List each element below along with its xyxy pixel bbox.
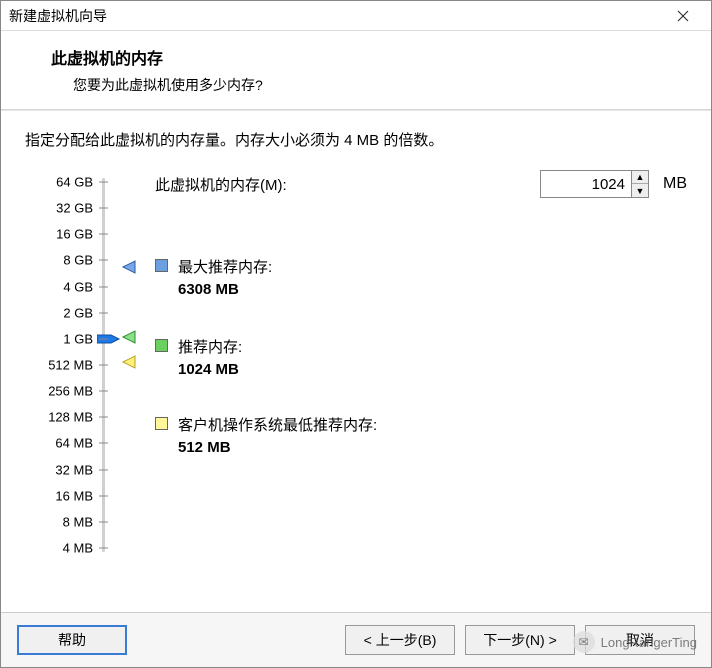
min-recommended-value: 512 MB [178,439,377,456]
memory-field-label: 此虚拟机的内存(M): [155,174,287,195]
scale-label: 64 GB [56,175,93,190]
scale-label: 32 GB [56,201,93,216]
square-blue-icon [155,259,168,272]
scale-label: 8 GB [63,253,93,268]
memory-unit: MB [663,175,687,193]
scale-label: 4 GB [63,279,93,294]
scale-tick [99,443,108,444]
scale-tick [99,548,108,549]
min-recommended-label: 客户机操作系统最低推荐内存: [178,414,377,435]
scale-tick [99,391,108,392]
scale-label: 1 GB [63,331,93,346]
scale-label: 128 MB [48,410,93,425]
scale-label: 2 GB [63,305,93,320]
max-recommended-value: 6308 MB [178,281,272,298]
max-recommended-label: 最大推荐内存: [178,256,272,277]
scale-tick [99,521,108,522]
scale-label: 256 MB [48,384,93,399]
scale-tick [99,495,108,496]
content-area: 指定分配给此虚拟机的内存量。内存大小必须为 4 MB 的倍数。 64 GB [1,111,711,570]
scale-tick [99,417,108,418]
recommended-value: 1024 MB [178,361,242,378]
marker-rec-icon [121,330,137,344]
scale-label: 32 MB [55,462,93,477]
wizard-footer: 帮助 < 上一步(B) 下一步(N) > 取消 [1,612,711,667]
memory-scale[interactable]: 64 GB 32 GB 16 GB 8 GB 4 GB 2 GB 1 GB 512 MB 256… [25,170,115,560]
back-button[interactable]: < 上一步(B) [345,625,455,655]
scale-label: 512 MB [48,358,93,373]
memory-field-row: 此虚拟机的内存(M): ▲ ▼ MB [155,170,687,198]
scale-label: 4 MB [63,541,93,556]
scale-tick [99,286,108,287]
wizard-header: 此虚拟机的内存 您要为此虚拟机使用多少内存? [1,31,711,109]
instruction-text: 指定分配给此虚拟机的内存量。内存大小必须为 4 MB 的倍数。 [25,129,687,150]
min-recommended-block: 客户机操作系统最低推荐内存: 512 MB [155,414,377,456]
scale-tick [99,312,108,313]
memory-config-row: 64 GB 32 GB 16 GB 8 GB 4 GB 2 GB 1 GB 512 MB 256… [25,170,687,560]
page-subtitle: 您要为此虚拟机使用多少内存? [73,75,683,95]
page-title: 此虚拟机的内存 [51,45,683,69]
memory-input[interactable] [541,172,631,196]
marker-max-icon [121,260,137,274]
close-icon [677,10,689,22]
cancel-button[interactable]: 取消 [585,625,695,655]
recommended-block: 推荐内存: 1024 MB [155,336,242,378]
square-green-icon [155,339,168,352]
memory-spinner[interactable]: ▲ ▼ [540,170,649,198]
close-button[interactable] [663,2,703,30]
marker-min-icon [121,355,137,369]
scale-tick [99,208,108,209]
right-panel: 此虚拟机的内存(M): ▲ ▼ MB 最大推荐内存: [115,170,687,228]
scale-label: 8 MB [63,514,93,529]
scale-tick [99,234,108,235]
max-recommended-block: 最大推荐内存: 6308 MB [155,256,272,298]
recommended-label: 推荐内存: [178,336,242,357]
window-title: 新建虚拟机向导 [9,6,663,26]
scale-label: 16 GB [56,227,93,242]
next-button[interactable]: 下一步(N) > [465,625,575,655]
wizard-window: 新建虚拟机向导 此虚拟机的内存 您要为此虚拟机使用多少内存? 指定分配给此虚拟机… [0,0,712,668]
scale-label: 16 MB [55,488,93,503]
scale-tick [99,338,108,339]
titlebar: 新建虚拟机向导 [1,1,711,31]
help-button[interactable]: 帮助 [17,625,127,655]
scale-tick [99,469,108,470]
spinner-up[interactable]: ▲ [632,171,648,184]
spinner-buttons: ▲ ▼ [631,171,648,197]
scale-tick [99,182,108,183]
square-yellow-icon [155,417,168,430]
scale-label: 64 MB [55,436,93,451]
scale-tick [99,260,108,261]
scale-tick [99,365,108,366]
spinner-down[interactable]: ▼ [632,184,648,197]
